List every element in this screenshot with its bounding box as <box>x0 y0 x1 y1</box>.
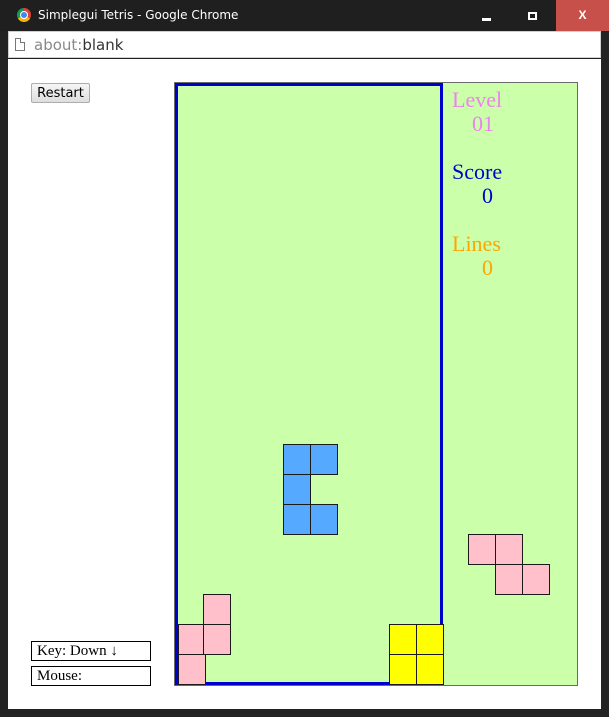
url-text[interactable]: about:blank <box>34 36 123 54</box>
next-piece-block <box>522 564 550 595</box>
next-piece-block <box>495 534 523 565</box>
address-bar[interactable]: about:blank <box>8 31 601 58</box>
url-path: blank <box>82 36 124 54</box>
window-title: Simplegui Tetris - Google Chrome <box>38 8 239 22</box>
browser-window: Simplegui Tetris - Google Chrome X about… <box>0 0 609 717</box>
minimize-icon <box>481 18 491 22</box>
next-piece-block <box>495 564 523 595</box>
game-canvas[interactable]: Level 01 Score 0 Lines 0 <box>174 82 578 686</box>
restart-button[interactable]: Restart <box>31 83 90 103</box>
lines-label: Lines <box>452 231 501 256</box>
falling-piece-block <box>310 444 338 475</box>
close-button[interactable]: X <box>556 0 609 31</box>
chrome-logo-icon <box>17 8 31 22</box>
url-scheme: about: <box>34 36 83 54</box>
landed-block <box>178 654 206 685</box>
key-status: Key: Down ↓ <box>31 641 151 661</box>
score-label: Score <box>452 159 503 184</box>
landed-block <box>389 654 417 685</box>
landed-block <box>203 594 231 625</box>
level-value: 01 <box>472 111 494 136</box>
falling-piece-block <box>283 444 311 475</box>
falling-piece-block <box>283 504 311 535</box>
falling-piece-block <box>283 474 311 505</box>
mouse-status: Mouse: <box>31 666 151 686</box>
falling-piece-block <box>310 504 338 535</box>
landed-block <box>389 624 417 655</box>
next-piece-block <box>468 534 496 565</box>
maximize-icon <box>527 11 537 20</box>
title-bar: Simplegui Tetris - Google Chrome X <box>0 0 609 31</box>
landed-block <box>203 624 231 655</box>
landed-block <box>416 654 444 685</box>
page-icon <box>15 38 25 51</box>
landed-block <box>178 624 206 655</box>
landed-block <box>416 624 444 655</box>
lines-value: 0 <box>482 255 493 280</box>
score-value: 0 <box>482 183 493 208</box>
maximize-button[interactable] <box>509 0 555 31</box>
minimize-button[interactable] <box>463 0 509 31</box>
page-content: Restart Key: Down ↓ Mouse: Level 01 Scor… <box>8 59 601 709</box>
level-label: Level <box>452 87 503 112</box>
